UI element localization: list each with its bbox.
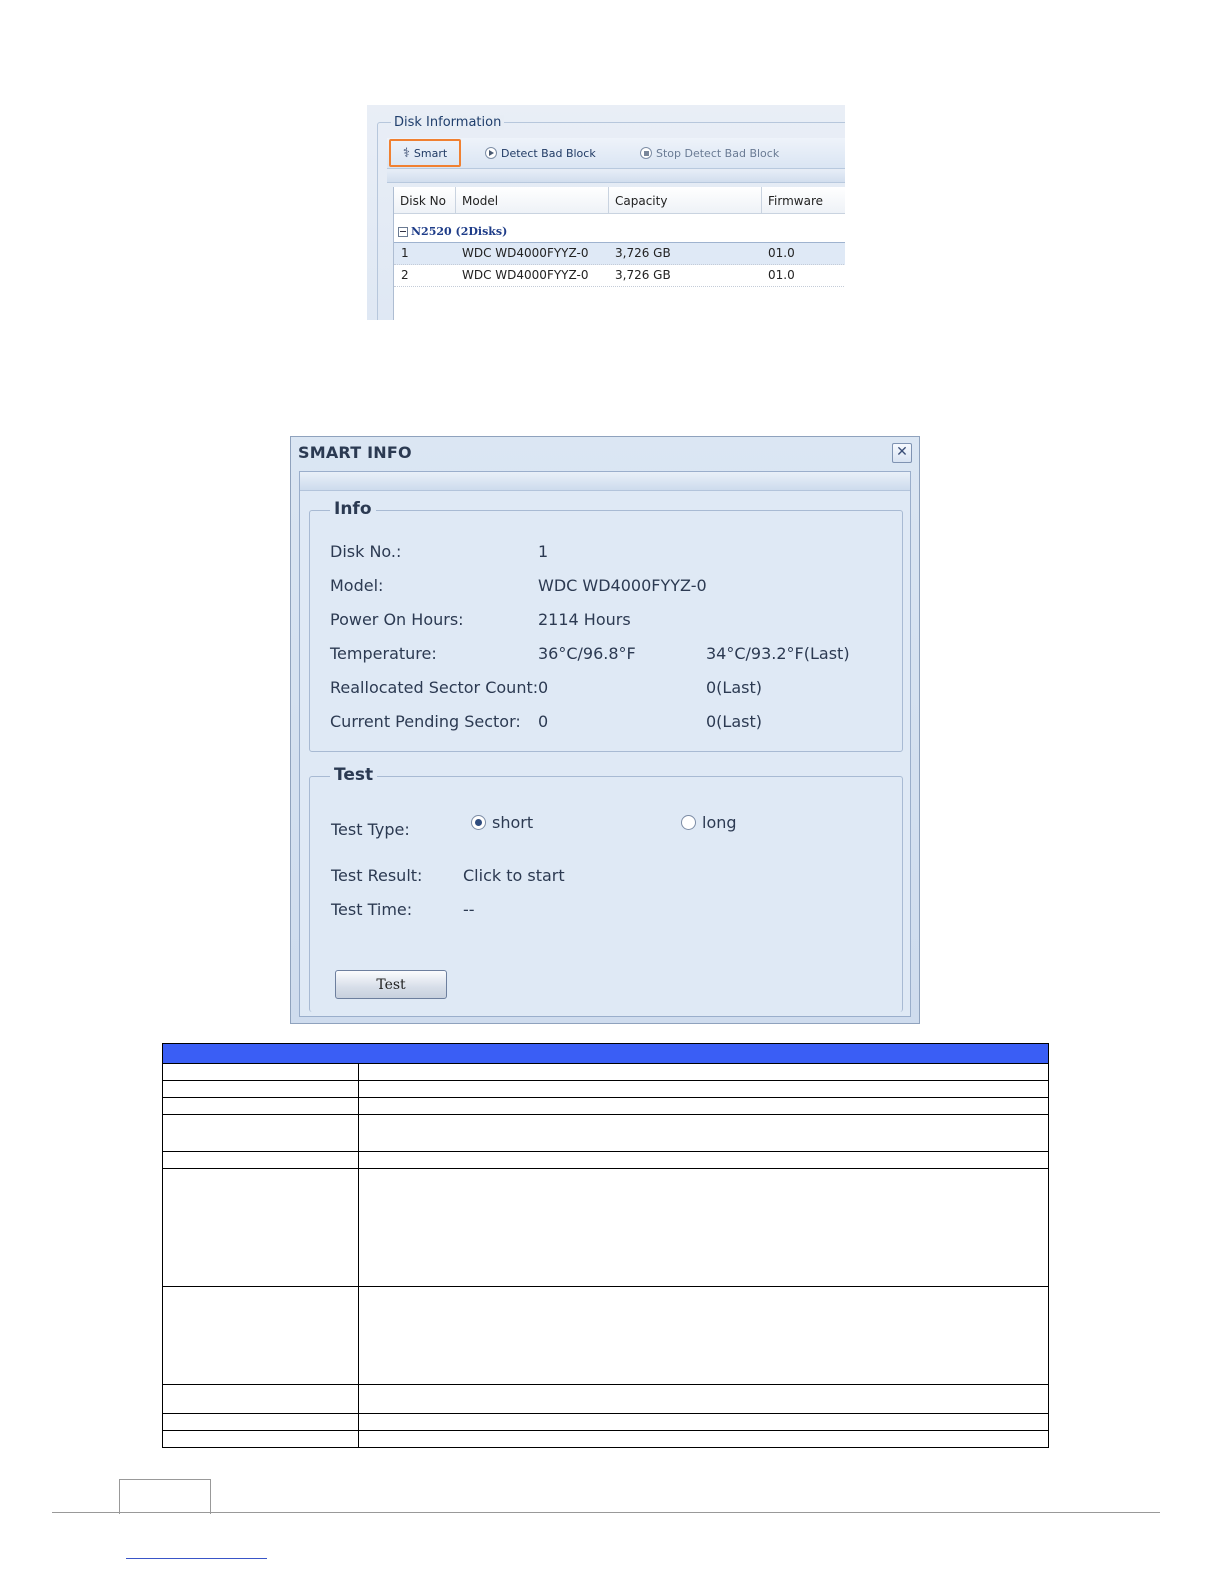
table-row [162,1430,1049,1448]
short-test-label: short [492,813,534,832]
dialog-toolbar-strip [300,472,910,491]
model-cell: WDC WD4000FYYZ-0 [462,246,589,260]
capacity-cell: 3,726 GB [615,246,671,260]
smart-button-label: Smart [413,146,448,160]
stop-detect-bad-block-label: Stop Detect Bad Block [656,146,780,160]
temperature-last-value: 34°C/93.2°F(Last) [706,644,850,663]
test-result-value: Click to start [463,866,565,885]
disk-information-panel: Disk Information ⚕ Smart Detect Bad Bloc… [367,105,845,320]
test-legend: Test [330,765,378,785]
disk-no-cell: 1 [401,246,409,260]
model-label: Model: [330,576,384,595]
table-row[interactable]: 1 WDC WD4000FYYZ-0 3,726 GB 01.0 [394,242,845,265]
dialog-title: SMART INFO [298,443,412,462]
toolbar-divider [387,170,845,183]
disk-grid: Disk No Model Capacity Firmware N2520 (2… [393,187,845,320]
reallocated-sector-last-value: 0(Last) [706,678,762,697]
table-header-row [162,1043,1049,1064]
disk-no-cell: 2 [401,268,409,282]
pending-sector-label: Current Pending Sector: [330,712,521,731]
table-row [162,1114,1049,1152]
stethoscope-icon: ⚕ [402,145,410,161]
detect-bad-block-button[interactable]: Detect Bad Block [485,142,596,164]
column-header-capacity[interactable]: Capacity [609,187,762,213]
power-on-hours-value: 2114 Hours [538,610,631,629]
table-row [162,1286,1049,1385]
page-number-tab [119,1479,211,1514]
short-test-radio[interactable]: short [471,813,533,832]
table-row [162,1151,1049,1169]
detect-bad-block-label: Detect Bad Block [501,146,596,160]
description-table [162,1043,1049,1448]
model-value: WDC WD4000FYYZ-0 [538,576,707,595]
column-header-firmware[interactable]: Firmware [762,187,845,213]
stop-detect-bad-block-button[interactable]: Stop Detect Bad Block [640,142,779,164]
column-header-disk-no[interactable]: Disk No [394,187,456,213]
footer-link-underline [126,1558,267,1559]
temperature-value: 36°C/96.8°F [538,644,636,663]
test-time-value: -- [463,900,475,919]
disk-no-label: Disk No.: [330,542,402,561]
table-row [162,1097,1049,1115]
table-row [162,1168,1049,1287]
pending-sector-last-value: 0(Last) [706,712,762,731]
smart-button[interactable]: ⚕ Smart [389,139,461,167]
capacity-cell: 3,726 GB [615,268,671,282]
table-row [162,1063,1049,1081]
model-cell: WDC WD4000FYYZ-0 [462,268,589,282]
long-test-label: long [702,813,737,832]
table-row [162,1413,1049,1431]
disk-group-label: N2520 (2Disks) [411,225,508,238]
table-row[interactable]: 2 WDC WD4000FYYZ-0 3,726 GB 01.0 [394,265,845,287]
firmware-cell: 01.0 [768,246,795,260]
disk-toolbar: ⚕ Smart Detect Bad Block Stop Detect Bad… [387,138,845,169]
disk-group-row[interactable]: N2520 (2Disks) [398,225,507,238]
test-button[interactable]: Test [335,970,447,999]
reallocated-sector-value: 0 [538,678,549,697]
table-header-cell [162,1043,1049,1064]
table-row [162,1384,1049,1414]
dialog-body: Info Disk No.: 1 Model: WDC WD4000FYYZ-0… [299,471,911,1017]
info-legend: Info [330,499,376,519]
smart-info-dialog: SMART INFO ✕ Info Disk No.: 1 Model: WDC… [290,436,920,1024]
table-row [162,1080,1049,1098]
long-test-radio[interactable]: long [681,813,737,832]
pending-sector-value: 0 [538,712,549,731]
reallocated-sector-label: Reallocated Sector Count: [330,678,539,697]
column-header-model[interactable]: Model [456,187,609,213]
test-result-label: Test Result: [331,866,423,885]
disk-no-value: 1 [538,542,549,561]
close-icon[interactable]: ✕ [892,443,912,463]
firmware-cell: 01.0 [768,268,795,282]
disk-information-title: Disk Information [391,115,505,130]
temperature-label: Temperature: [330,644,437,663]
play-icon [485,147,497,159]
footer-divider [52,1512,1160,1513]
test-time-label: Test Time: [331,900,413,919]
test-type-label: Test Type: [331,820,410,839]
info-section: Info Disk No.: 1 Model: WDC WD4000FYYZ-0… [309,499,903,752]
collapse-icon[interactable] [398,226,408,237]
radio-unselected-icon[interactable] [681,815,696,830]
stop-icon [640,147,652,159]
radio-selected-icon[interactable] [471,815,486,830]
disk-grid-header: Disk No Model Capacity Firmware [394,187,845,214]
power-on-hours-label: Power On Hours: [330,610,464,629]
